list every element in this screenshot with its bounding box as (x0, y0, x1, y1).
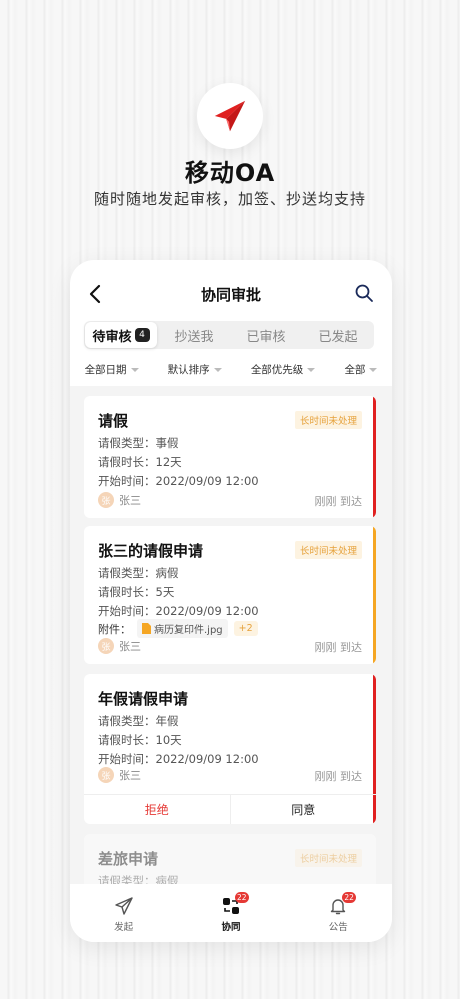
card-title: 差旅申请 (98, 850, 159, 868)
tab-label: 抄送我 (174, 329, 214, 345)
card-actions: 拒绝 同意 (84, 794, 376, 824)
avatar: 张 (98, 767, 114, 783)
filter-label: 全部优先级 (250, 363, 304, 376)
caret-down-icon (369, 367, 378, 372)
priority-bar (373, 396, 376, 518)
approval-card[interactable]: 差旅申请 长时间未处理 请假类型：病假 (84, 834, 376, 884)
field-leave-type: 请假类型：事假 (98, 436, 179, 450)
avatar: 张 (98, 492, 114, 508)
attachment-filename: 病历复印件.jpg (154, 625, 223, 636)
field-start-time: 开始时间：2022/09/09 12:00 (98, 752, 259, 766)
tabbar-item-initiate[interactable]: 发起 (94, 896, 154, 942)
tabbar-label: 公告 (328, 922, 348, 933)
field-leave-duration: 请假时长：5天 (98, 585, 175, 599)
caret-down-icon (307, 367, 316, 372)
applicant: 张 张三 (98, 492, 141, 508)
filter-priority[interactable]: 全部优先级 (251, 362, 316, 377)
tab-label: 已发起 (318, 329, 358, 345)
filter-date[interactable]: 全部日期 (85, 362, 139, 377)
tabbar-label: 发起 (114, 922, 134, 933)
tab-cc-me[interactable]: 抄送我 (158, 321, 230, 349)
attachment-more-count[interactable]: +2 (233, 621, 258, 636)
caret-down-icon (213, 367, 222, 372)
tabbar-item-collaborate[interactable]: 22 协同 (201, 892, 261, 942)
status-badge: 长时间未处理 (294, 411, 362, 429)
field-start-time: 开始时间：2022/09/09 12:00 (98, 604, 259, 618)
filter-bar: 全部日期 默认排序 全部优先级 全部 (70, 356, 392, 382)
approval-card[interactable]: 请假 长时间未处理 请假类型：事假 请假时长：12天 开始时间：2022/09/… (84, 396, 376, 518)
applicant: 张 张三 (98, 638, 141, 654)
caret-down-icon (130, 367, 139, 372)
field-leave-type: 请假类型：年假 (98, 714, 179, 728)
field-start-time: 开始时间：2022/09/09 12:00 (98, 474, 259, 488)
tab-count-badge: 4 (134, 328, 150, 342)
attachment-label: 附件： (98, 622, 131, 636)
applicant-name: 张三 (119, 640, 141, 653)
phone-frame: 协同审批 待审核 4 抄送我 已审核 已发起 全部日期 默认排序 全部优先级 全… (70, 260, 392, 942)
paper-plane-icon (214, 100, 246, 132)
filter-label: 全部 (344, 363, 366, 376)
reject-button[interactable]: 拒绝 (84, 795, 231, 824)
priority-bar (373, 526, 376, 664)
status-badge: 长时间未处理 (294, 541, 362, 559)
tab-label: 已审核 (246, 329, 286, 345)
tab-label: 待审核 (92, 329, 132, 345)
applicant-name: 张三 (119, 769, 141, 782)
field-leave-duration: 请假时长：12天 (98, 455, 182, 469)
notification-badge: 22 (234, 892, 249, 903)
attachment-file[interactable]: 病历复印件.jpg (137, 619, 228, 638)
card-title: 张三的请假申请 (98, 542, 204, 560)
field-leave-duration: 请假时长：10天 (98, 733, 182, 747)
filter-label: 默认排序 (167, 363, 210, 376)
field-leave-type: 请假类型：病假 (98, 874, 179, 884)
applicant-name: 张三 (119, 494, 141, 507)
hero-title: 移动OA (184, 159, 276, 187)
arrival-time: 刚刚 到达 (314, 495, 363, 508)
approval-list: 请假 长时间未处理 请假类型：事假 请假时长：12天 开始时间：2022/09/… (70, 386, 392, 884)
field-leave-type: 请假类型：病假 (98, 566, 179, 580)
card-title: 请假 (98, 412, 129, 430)
notification-badge: 22 (342, 892, 356, 903)
approval-card[interactable]: 张三的请假申请 长时间未处理 请假类型：病假 请假时长：5天 开始时间：2022… (84, 526, 376, 664)
nav-bar: 协同审批 (70, 276, 392, 312)
arrival-time: 刚刚 到达 (314, 770, 363, 783)
applicant: 张 张三 (98, 767, 141, 783)
tabbar-item-announcements[interactable]: 22 公告 (308, 892, 368, 942)
send-icon (114, 897, 133, 915)
filter-all[interactable]: 全部 (344, 362, 378, 377)
app-logo (197, 83, 263, 149)
tab-initiated[interactable]: 已发起 (302, 321, 374, 349)
arrival-time: 刚刚 到达 (314, 641, 363, 654)
page-title: 协同审批 (200, 286, 261, 304)
agree-button[interactable]: 同意 (231, 795, 377, 824)
approval-card[interactable]: 年假请假申请 请假类型：年假 请假时长：10天 开始时间：2022/09/09 … (84, 674, 376, 824)
tab-reviewed[interactable]: 已审核 (230, 321, 302, 349)
bottom-tab-bar: 发起 22 协同 22 公告 (70, 884, 392, 942)
attachments-row: 附件： 病历复印件.jpg +2 (98, 619, 258, 638)
status-badge: 长时间未处理 (294, 849, 362, 867)
file-icon (142, 623, 151, 634)
tab-pending[interactable]: 待审核 4 (85, 322, 157, 348)
segment-tabs: 待审核 4 抄送我 已审核 已发起 (84, 321, 374, 349)
avatar: 张 (98, 638, 114, 654)
filter-sort[interactable]: 默认排序 (168, 362, 222, 377)
hero-subtitle: 随时随地发起审核，加签、抄送均支持 (93, 190, 366, 208)
card-title: 年假请假申请 (98, 690, 189, 708)
search-icon[interactable] (354, 283, 374, 303)
tabbar-label: 协同 (221, 922, 241, 933)
filter-label: 全部日期 (84, 363, 127, 376)
